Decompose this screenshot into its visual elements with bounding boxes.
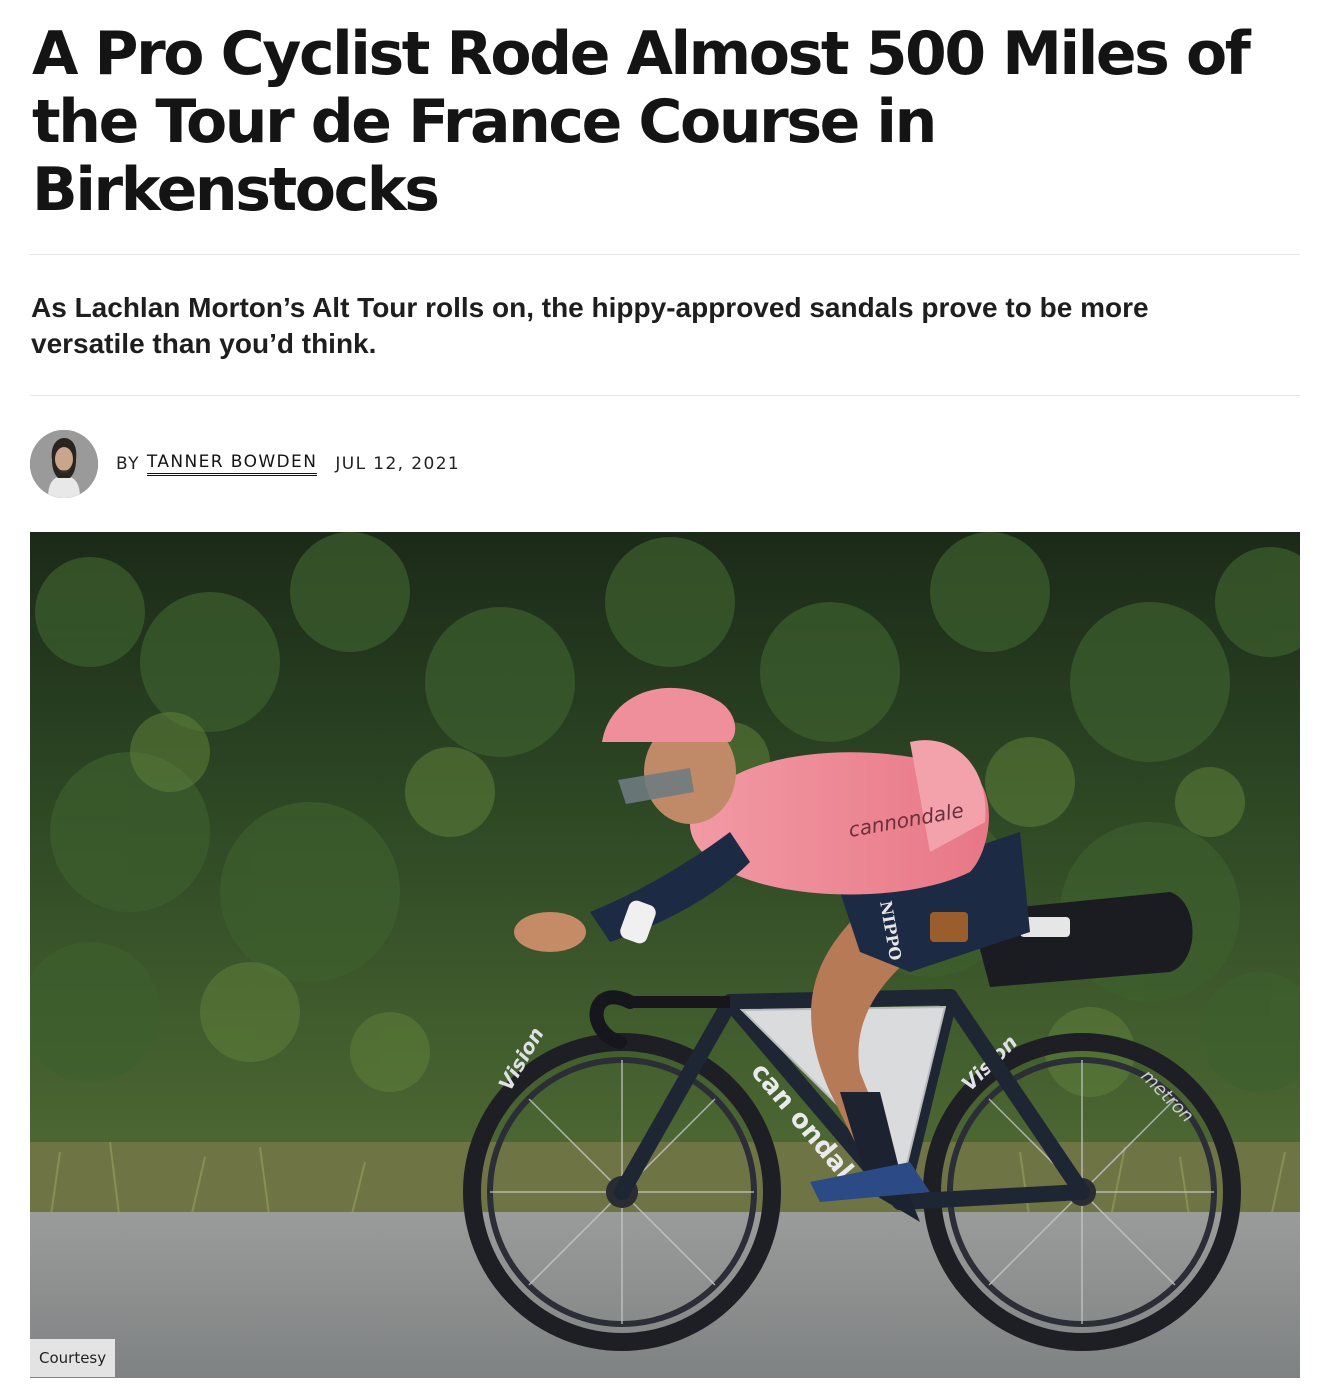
- byline: BY TANNER BOWDEN JUL 12, 2021: [30, 430, 460, 498]
- article: A Pro Cyclist Rode Almost 500 Miles of t…: [0, 0, 1328, 1396]
- divider: [30, 254, 1300, 255]
- author-link[interactable]: TANNER BOWDEN: [146, 452, 318, 476]
- hero-image: Vision Vision metron can ondal NIPPO can…: [30, 532, 1300, 1378]
- article-headline: A Pro Cyclist Rode Almost 500 Miles of t…: [32, 19, 1251, 225]
- byline-text: BY TANNER BOWDEN JUL 12, 2021: [116, 452, 460, 476]
- article-subheadline: As Lachlan Morton’s Alt Tour rolls on, t…: [31, 292, 1149, 359]
- cyclist-photo: Vision Vision metron can ondal NIPPO can…: [30, 532, 1300, 1378]
- divider: [30, 395, 1300, 396]
- publish-date: JUL 12, 2021: [335, 454, 461, 474]
- by-label: BY: [116, 454, 140, 474]
- photo-credit: Courtesy: [30, 1339, 116, 1377]
- author-avatar[interactable]: [30, 430, 98, 498]
